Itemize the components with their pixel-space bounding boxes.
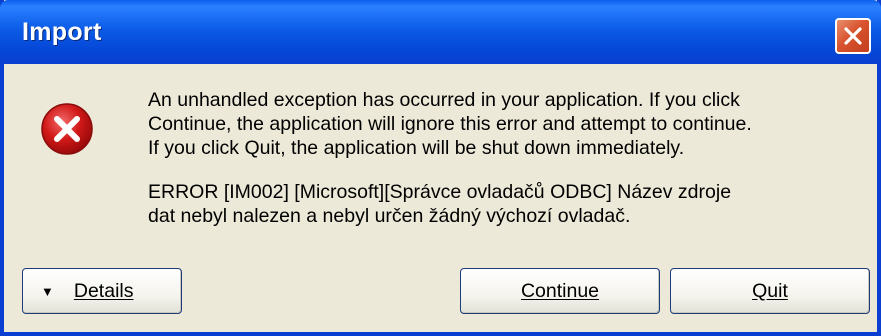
window-title: Import	[22, 18, 102, 46]
details-button[interactable]: ▼ Details	[22, 268, 182, 314]
message-line: Continue, the application will ignore th…	[148, 113, 752, 135]
dialog-body: An unhandled exception has occurred in y…	[4, 64, 877, 332]
error-line: dat nebyl nalezen a nebyl určen žádný vý…	[148, 205, 631, 227]
quit-button-label: Quit	[752, 279, 788, 302]
exception-message: An unhandled exception has occurred in y…	[148, 88, 752, 160]
error-line: ERROR [IM002] [Microsoft][Správce ovlada…	[148, 181, 732, 203]
error-icon	[41, 103, 93, 155]
close-button[interactable]	[835, 18, 871, 54]
continue-button-label: Continue	[520, 279, 600, 302]
error-details-message: ERROR [IM002] [Microsoft][Správce ovlada…	[148, 180, 731, 228]
close-x-icon	[844, 27, 862, 45]
triangle-down-icon: ▼	[41, 283, 54, 299]
error-dialog-window: Import An unhandled exception has occurr…	[0, 0, 881, 336]
details-button-label: Details	[73, 279, 134, 302]
continue-button[interactable]: Continue	[460, 268, 660, 314]
quit-button[interactable]: Quit	[670, 268, 870, 314]
title-bar[interactable]: Import	[0, 0, 881, 64]
message-line: If you click Quit, the application will …	[148, 137, 685, 159]
message-line: An unhandled exception has occurred in y…	[148, 89, 740, 111]
